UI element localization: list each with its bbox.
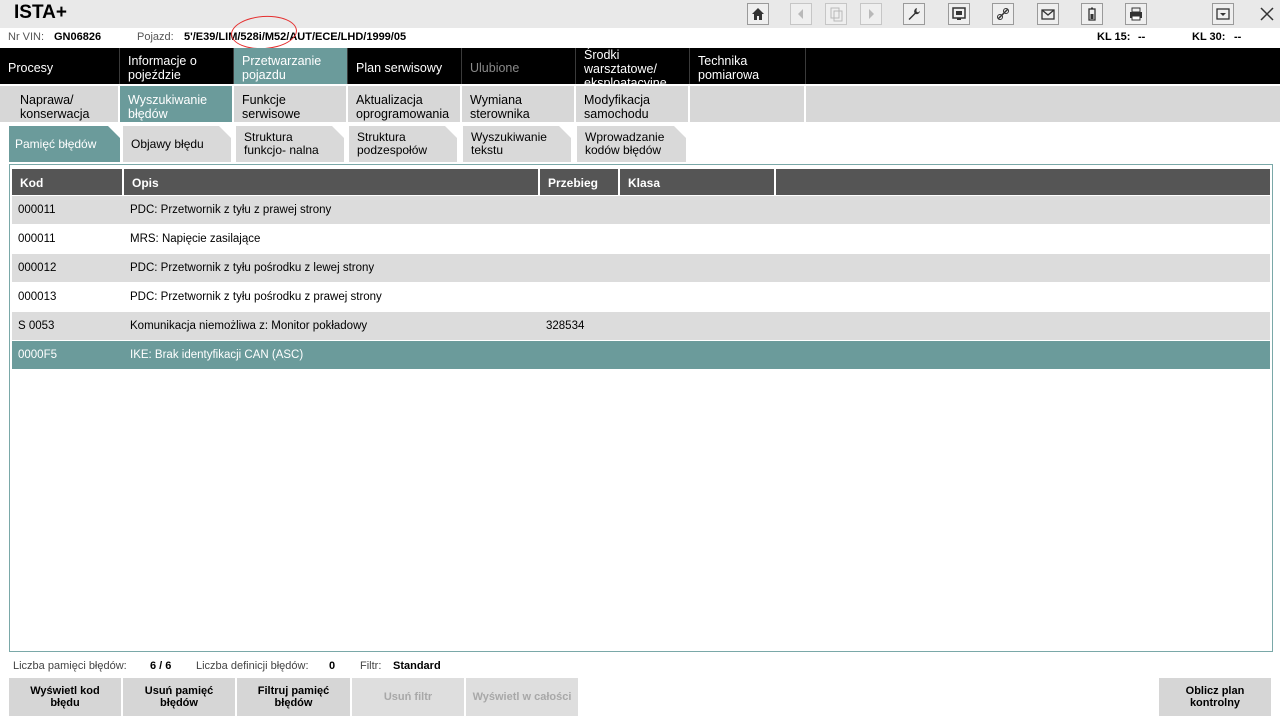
tab-pamiec-bledow[interactable]: Pamięć błędów [9,126,120,162]
vin-value: GN06826 [54,31,102,43]
cell-opis: PDC: Przetwornik z tyłu pośrodku z prawe… [130,291,382,303]
battery-icon[interactable] [1081,3,1103,25]
forward-icon[interactable] [860,3,882,25]
cell-kod: S 0053 [18,320,55,332]
subnav-wyszukiwanie[interactable]: Wyszukiwanie błędów [120,84,234,122]
vehicle-label: Pojazd: [137,31,174,43]
print-icon[interactable] [1125,3,1147,25]
vehicle-value: 5'/E39/LIM/528i/M52/AUT/ECE/LHD/1999/05 [184,31,407,43]
cell-kod: 000011 [18,233,56,245]
table-row-selected[interactable]: 0000F5 IKE: Brak identyfikacji CAN (ASC) [12,341,1270,369]
wrench-icon[interactable] [903,3,925,25]
cell-opis: MRS: Napięcie zasilające [130,233,261,245]
mail-icon[interactable] [1037,3,1059,25]
table-row[interactable]: 000012 PDC: Przetwornik z tyłu pośrodku … [12,254,1270,282]
cell-kod: 000013 [18,291,57,303]
subnav-wymiana[interactable]: Wymiana sterownika [462,84,576,122]
sub-nav: Naprawa/ konserwacja Wyszukiwanie błędów… [0,84,1280,122]
app-title: ISTA+ [14,2,67,23]
show-fault-code-button[interactable]: Wyświetl kod błędu [9,678,121,716]
close-icon[interactable] [1256,3,1278,25]
vehicle-info-bar: Nr VIN: GN06826 Pojazd: 5'/E39/LIM/528i/… [0,28,1280,48]
nav-srodki[interactable]: Środki warsztatowe/ eksploatacyjne [576,48,690,84]
filter-value: Standard [393,660,441,672]
table-row[interactable]: 000011 MRS: Napięcie zasilające [12,225,1270,253]
nav-plan-serwisowy[interactable]: Plan serwisowy [348,48,462,84]
copy-icon[interactable] [825,3,847,25]
table-row[interactable]: S 0053 Komunikacja niemożliwa z: Monitor… [12,312,1270,340]
vehicle-info-icon[interactable] [948,3,970,25]
subnav-empty [690,84,806,122]
kl15-value: -- [1138,31,1146,43]
cell-kod: 000011 [18,204,56,216]
subnav-naprawa[interactable]: Naprawa/ konserwacja [0,84,120,122]
table-row[interactable]: 000011 PDC: Przetwornik z tyłu z prawej … [12,196,1270,224]
subnav-filler [806,84,1280,122]
home-icon[interactable] [747,3,769,25]
cell-kod: 000012 [18,262,57,274]
table-row[interactable]: 000013 PDC: Przetwornik z tyłu pośrodku … [12,283,1270,311]
nav-ulubione[interactable]: Ulubione [462,48,576,84]
kl15-label: KL 15: [1097,31,1131,43]
tab-struktura-funkcjonalna[interactable]: Struktura funkcjo- nalna [236,126,344,162]
minimize-icon[interactable] [1212,3,1234,25]
connection-icon[interactable] [992,3,1014,25]
memory-count-label: Liczba pamięci błędów: [13,660,127,672]
filter-label: Filtr: [360,660,382,672]
fault-memory-panel: Kod Opis Przebieg Klasa 000011 PDC: Prze… [9,164,1273,652]
tab-objawy-bledu[interactable]: Objawy błędu [123,126,231,162]
tab-struktura-podzespolow[interactable]: Struktura podzespołów [349,126,457,162]
definitions-count-value: 0 [329,660,336,672]
nav-technika[interactable]: Technika pomiarowa [690,48,806,84]
table-header: Kod Opis Przebieg Klasa [12,169,1270,195]
filter-fault-memory-button[interactable]: Filtruj pamięć błędów [237,678,350,716]
calculate-test-plan-button[interactable]: Oblicz plan kontrolny [1159,678,1271,716]
subnav-aktualizacja[interactable]: Aktualizacja oprogramowania [348,84,462,122]
main-nav: Procesy Informacje o pojeździe Przetwarz… [0,48,1280,84]
subnav-funkcje[interactable]: Funkcje serwisowe [234,84,348,122]
kl30-value: -- [1234,31,1242,43]
tab-wyszukiwanie-tekstu[interactable]: Wyszukiwanie tekstu [463,126,571,162]
cell-opis: Komunikacja niemożliwa z: Monitor pokład… [130,320,368,332]
cell-przebieg: 328534 [546,320,585,332]
tab-bar: Pamięć błędów Objawy błędu Struktura fun… [0,124,1280,162]
definitions-count-label: Liczba definicji błędów: [196,660,309,672]
tab-wprowadzanie-kodow[interactable]: Wprowadzanie kodów błędów [577,126,686,162]
back-icon[interactable] [790,3,812,25]
memory-count-value: 6 / 6 [150,660,172,672]
kl30-label: KL 30: [1192,31,1226,43]
column-kod[interactable]: Kod [12,169,124,195]
nav-procesy[interactable]: Procesy [0,48,120,84]
title-bar: ISTA+ [0,0,1280,28]
vin-label: Nr VIN: [8,31,45,43]
nav-przetwarzanie[interactable]: Przetwarzanie pojazdu [234,48,348,84]
column-opis[interactable]: Opis [124,169,540,195]
cell-opis: PDC: Przetwornik z tyłu z prawej strony [130,204,332,216]
cell-opis: PDC: Przetwornik z tyłu pośrodku z lewej… [130,262,375,274]
show-all-button[interactable]: Wyświetl w całości [466,678,578,716]
status-line: Liczba pamięci błędów: 6 / 6 Liczba defi… [0,658,1280,674]
column-przebieg[interactable]: Przebieg [540,169,620,195]
nav-informacje[interactable]: Informacje o pojeździe [120,48,234,84]
cell-opis: IKE: Brak identyfikacji CAN (ASC) [130,349,304,361]
column-klasa[interactable]: Klasa [620,169,776,195]
delete-fault-memory-button[interactable]: Usuń pamięć błędów [123,678,235,716]
subnav-modyfikacja[interactable]: Modyfikacja samochodu [576,84,690,122]
remove-filter-button[interactable]: Usuń filtr [352,678,464,716]
cell-kod: 0000F5 [18,349,58,361]
